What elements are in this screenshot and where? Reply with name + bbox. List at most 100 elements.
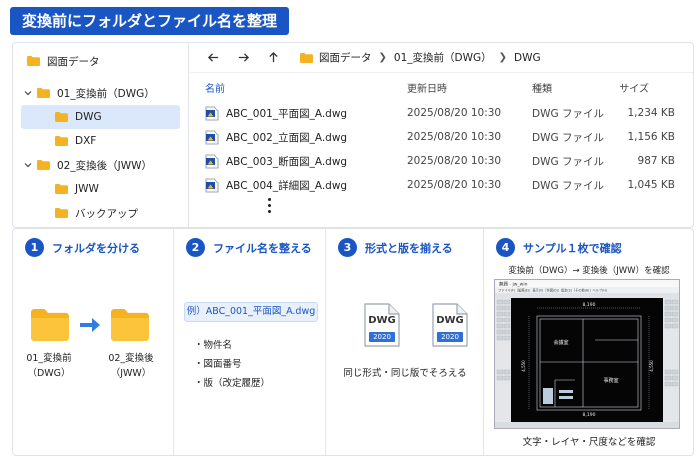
step-3: 3 形式と版を揃える DWG 2020 DWG 2020 同じ形式・同じ版でそろ… (325, 229, 483, 455)
chevron-down-icon[interactable] (23, 88, 33, 98)
tree-item[interactable]: 02_変換後（JWW） (13, 153, 188, 177)
chevron-right-icon: ❯ (378, 52, 387, 63)
cad-dimension: 8,190 (583, 412, 596, 418)
step-number: 4 (496, 238, 515, 257)
step-number: 3 (338, 238, 357, 257)
steps-panel: 1 フォルダを分ける 01_変換前 （DWG） 02_変換後 （JWW） 2 フ… (12, 228, 694, 456)
step-title: 形式と版を揃える (365, 241, 453, 255)
arrow-right-icon (238, 53, 249, 62)
folder-icon (31, 309, 69, 341)
dwg-file-icon (205, 154, 219, 169)
tree-item-label: JWW (75, 183, 99, 195)
file-type: DWG ファイル (532, 107, 604, 120)
folder-tree: 図面データ 01_変換前（DWG） DWG DXF 02_変換後（JWW） JWW バックア… (13, 43, 189, 227)
file-name: ABC_001_平面図_A.dwg (226, 107, 348, 120)
folder-icon (27, 56, 40, 66)
file-type: DWG ファイル (532, 155, 604, 168)
file-name-cell: ABC_003_断面図_A.dwg (205, 154, 347, 169)
breadcrumb-item[interactable]: 図面データ (319, 50, 372, 65)
file-name-cell: ABC_004_詳細図_A.dwg (205, 178, 347, 193)
forward-button[interactable] (232, 47, 254, 69)
arrow-right-icon (80, 318, 100, 332)
step-4: 4 サンプル１枚で確認 変換前（DWG）→ 変換後（JWW）を確認 無題 - j… (483, 229, 693, 455)
file-name: ABC_004_詳細図_A.dwg (226, 179, 348, 192)
file-type: DWG ファイル (532, 131, 604, 144)
tree-item[interactable]: JWW (13, 177, 188, 201)
file-date: 2025/08/20 10:30 (407, 131, 502, 143)
tree-item[interactable]: 図面データ (13, 49, 188, 73)
step-subtitle: 変換前（DWG）→ 変換後（JWW）を確認 (508, 266, 670, 276)
folder-icon (111, 309, 149, 341)
column-size[interactable]: サイズ (619, 80, 649, 95)
column-date[interactable]: 更新日時 (407, 80, 447, 95)
cad-dimension: 4,550 (649, 360, 654, 372)
column-name[interactable]: 名前 (205, 80, 225, 95)
folder-icon (55, 112, 68, 122)
chevron-right-icon: ❯ (498, 52, 507, 63)
tree-item[interactable]: 01_変換前（DWG） (13, 81, 188, 105)
back-button[interactable] (202, 47, 224, 69)
dwg-file-icon: DWG 2020 (432, 303, 468, 347)
tree-item-label: バックアップ (75, 207, 138, 220)
tree-item-label: 図面データ (47, 55, 100, 68)
cad-preview: 無題 - jw_win ファイル(F)［編集(E)］表示(V)［作図(D)］設定… (494, 279, 680, 429)
tree-item[interactable]: DXF (13, 129, 188, 153)
list-item: 図面番号 (194, 355, 270, 374)
file-explorer: 図面データ 01_変換前（DWG） DWG DXF 02_変換後（JWW） JWW バックア… (12, 42, 694, 228)
cad-menu: ファイル(F)［編集(E)］表示(V)［作図(D)］設定(S)［その他(A)］ヘ… (498, 288, 607, 293)
up-button[interactable] (262, 47, 284, 69)
file-date: 2025/08/20 10:30 (407, 155, 502, 167)
source-folder-label: 01_変換前 （DWG） (26, 353, 72, 379)
column-headers: 名前 更新日時 種類 サイズ (190, 73, 693, 101)
file-name-cell: ABC_002_立面図_A.dwg (205, 130, 347, 145)
more-icon (268, 198, 272, 216)
folder-icon (300, 52, 313, 63)
file-date: 2025/08/20 10:30 (407, 107, 502, 119)
file-row[interactable]: ABC_001_平面図_A.dwg 2025/08/20 10:30 DWG ファイ… (190, 101, 693, 125)
file-name: ABC_002_立面図_A.dwg (226, 131, 348, 144)
tree-item[interactable]: バックアップ (13, 201, 188, 225)
doc-format: DWG (436, 315, 464, 326)
folder-icon (37, 88, 50, 98)
file-type: DWG ファイル (532, 179, 604, 192)
list-item: 版（改定履歴） (194, 374, 271, 393)
doc-format: DWG (368, 315, 396, 326)
step-title: フォルダを分ける (52, 241, 140, 255)
filename-example: 例）ABC_001_平面図_A.dwg (184, 302, 318, 322)
column-type[interactable]: 種類 (532, 80, 552, 95)
breadcrumb-item[interactable]: DWG (514, 52, 541, 64)
cad-room-label: 事務室 (603, 377, 618, 384)
chevron-down-icon[interactable] (23, 160, 33, 170)
folder-icon (55, 208, 68, 218)
file-size: 987 KB (637, 155, 675, 167)
step-title: サンプル１枚で確認 (523, 241, 622, 255)
dwg-file-icon (205, 106, 219, 121)
file-pane: 図面データ ❯ 01_変換前（DWG） ❯ DWG 名前 更新日時 種類 サイズ… (190, 43, 693, 227)
cad-room-label: 会議室 (553, 339, 568, 346)
cad-dimension: 4,550 (521, 360, 526, 372)
step-caption: 同じ形式・同じ版でそろえる (343, 368, 467, 379)
doc-version: 2020 (369, 332, 395, 342)
dwg-file-icon: DWG 2020 (364, 303, 400, 347)
page-title: 変換前にフォルダとファイル名を整理 (10, 7, 290, 35)
breadcrumb: 図面データ ❯ 01_変換前（DWG） ❯ DWG (300, 50, 541, 65)
tree-item[interactable]: DWG (21, 105, 180, 129)
step-title: ファイル名を整える (213, 241, 312, 255)
arrow-up-icon (268, 51, 278, 63)
tree-item-label: 01_変換前（DWG） (57, 87, 155, 100)
dwg-file-icon (205, 130, 219, 145)
folder-icon (55, 184, 68, 194)
step-number: 1 (25, 238, 44, 257)
doc-version: 2020 (437, 332, 463, 342)
nav-bar: 図面データ ❯ 01_変換前（DWG） ❯ DWG (190, 43, 693, 73)
file-row[interactable]: ABC_004_詳細図_A.dwg 2025/08/20 10:30 DWG ファイ… (190, 173, 693, 197)
step-caption: 文字・レイヤ・尺度などを確認 (522, 437, 656, 448)
file-row[interactable]: ABC_002_立面図_A.dwg 2025/08/20 10:30 DWG ファイ… (190, 125, 693, 149)
cad-screenshot: 無題 - jw_win ファイル(F)［編集(E)］表示(V)［作図(D)］設定… (495, 280, 679, 428)
tree-item-label: DWG (75, 111, 102, 123)
folder-icon (55, 136, 68, 146)
file-row[interactable]: ABC_003_断面図_A.dwg 2025/08/20 10:30 DWG ファイ… (190, 149, 693, 173)
breadcrumb-item[interactable]: 01_変換前（DWG） (394, 50, 492, 65)
step-number: 2 (186, 238, 205, 257)
folder-icon (37, 160, 50, 170)
